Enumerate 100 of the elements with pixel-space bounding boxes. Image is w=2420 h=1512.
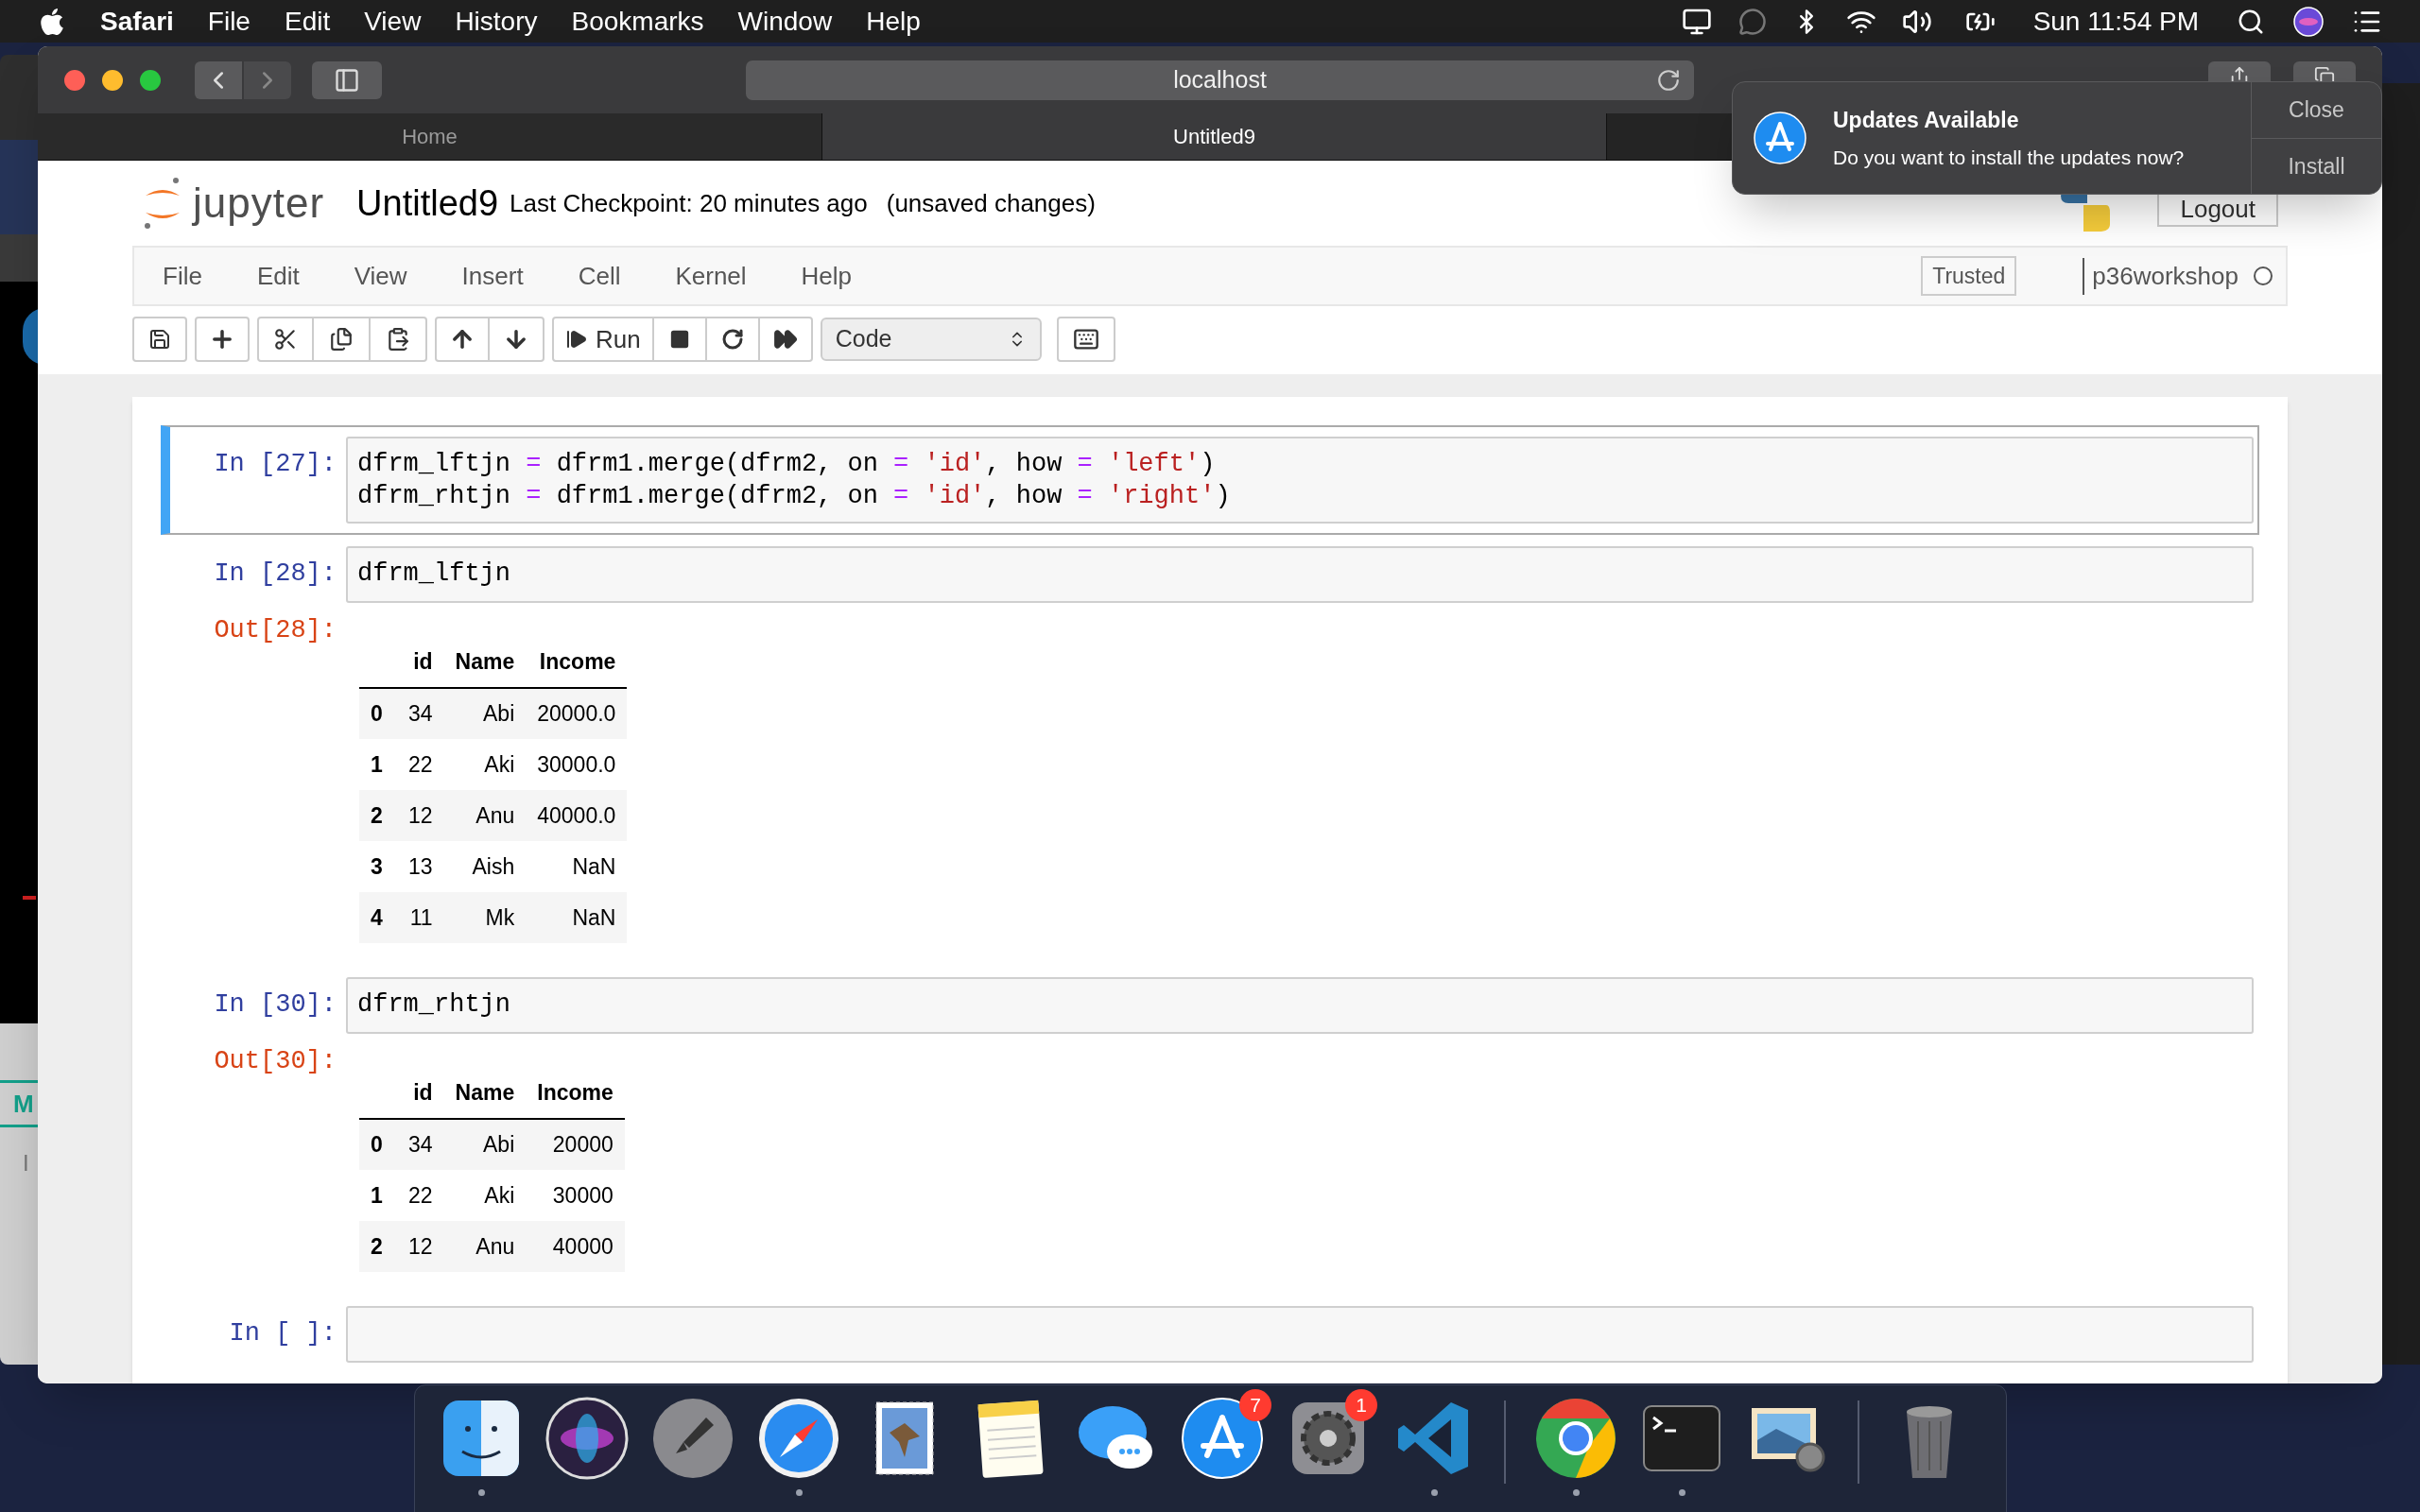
siri-icon[interactable] (544, 1395, 631, 1482)
input-prompt: In [ ]: (228, 1318, 337, 1349)
notification-badge: 1 (1345, 1389, 1377, 1421)
notebook-menu-item[interactable]: File (147, 257, 217, 295)
table-cell: Mk (443, 892, 527, 943)
app-store-icon[interactable] (1179, 1395, 1266, 1482)
column-header: Name (443, 637, 527, 688)
code-input[interactable]: dfrm_lftjn (346, 546, 2254, 603)
cell-type-select[interactable]: Code (820, 318, 1042, 361)
add-cell-button[interactable] (195, 317, 250, 362)
table-cell: 11 (397, 892, 444, 943)
code-cell[interactable]: In [28]: dfrm_lftjn Out[28]: id Name Income 0 34 Abi 20000.0 1 22 Aki 30000.0 2 12 Anu 40000.0 3 13 Aish NaN 4 11 Mk NaN (161, 535, 2259, 966)
menu-item[interactable]: Help (866, 1, 921, 42)
minimize-window-button[interactable] (102, 69, 123, 91)
restart-button[interactable] (706, 317, 760, 362)
row-index: 1 (359, 739, 397, 790)
menu-item[interactable]: History (455, 1, 538, 42)
input-prompt: In [30]: (213, 989, 337, 1021)
column-header: Income (526, 1068, 625, 1119)
table-cell: 40000 (526, 1221, 625, 1272)
table-cell: Aki (443, 1170, 527, 1221)
siri-icon[interactable] (2293, 6, 2324, 37)
copy-button[interactable] (314, 317, 371, 362)
row-index: 4 (359, 892, 397, 943)
code-line: dfrm_lftjn = dfrm1.merge(dfrm2, on = 'id', how = 'left') (357, 449, 1217, 480)
notification-title: Updates Available (1833, 107, 2020, 134)
notebook-menu-item[interactable]: Cell (562, 257, 636, 295)
save-status: (unsaved changes) (886, 187, 1096, 219)
code-input[interactable]: dfrm_rhtjn (346, 977, 2254, 1034)
row-index: 0 (359, 688, 397, 739)
apple-icon[interactable] (38, 6, 66, 37)
progress-mark (23, 896, 36, 900)
keyboard-button[interactable] (1056, 317, 1115, 362)
menu-item[interactable]: Window (737, 1, 833, 42)
kernel-name: p36workshop (2083, 257, 2238, 295)
address-bar[interactable]: localhost (746, 60, 1694, 100)
trusted-indicator[interactable]: Trusted (1921, 255, 2017, 297)
row-index: 2 (359, 1221, 397, 1272)
code-cell[interactable]: In [30]: dfrm_rhtjn Out[30]: id Name Income 0 34 Abi 20000 1 22 Aki 30000 2 12 Anu 40000 (161, 966, 2259, 1295)
reload-icon[interactable] (1656, 67, 1681, 93)
app-menu[interactable]: Safari (100, 1, 174, 42)
notebook-menu-item[interactable]: Edit (241, 257, 315, 295)
close-window-button[interactable] (64, 69, 85, 91)
table-cell: 34 (397, 1119, 444, 1170)
table-cell: NaN (526, 892, 628, 943)
table-cell: Abi (443, 688, 527, 739)
sidebar-button[interactable] (312, 60, 382, 99)
chat-status-icon[interactable] (1737, 7, 1767, 36)
menu-item[interactable]: Edit (284, 1, 331, 42)
notebook-menu-item[interactable]: Kernel (660, 257, 762, 295)
save-button[interactable] (132, 317, 187, 362)
menu-item[interactable]: File (207, 1, 251, 42)
sidebar-icon (334, 66, 360, 94)
code-input[interactable]: dfrm_lftjn = dfrm1.merge(dfrm2, on = 'id', how = 'left') dfrm_rhtjn = dfrm1.merge(dfrm2, on = 'id', how = 'right') (346, 437, 2254, 524)
move-down-button[interactable] (490, 317, 544, 362)
column-header: id (397, 637, 444, 688)
menu-item[interactable]: Bookmarks (571, 1, 704, 42)
jupyter-wordmark[interactable]: jupyter (193, 172, 325, 234)
table-cell: Aish (443, 841, 527, 892)
input-prompt: In [27]: (213, 449, 337, 480)
stop-button[interactable] (653, 317, 707, 362)
column-header: id (397, 1068, 444, 1119)
table-cell: 20000.0 (526, 688, 628, 739)
code-input[interactable] (346, 1306, 2254, 1363)
code-line: dfrm_lftjn (357, 558, 512, 590)
paste-icon (386, 327, 410, 352)
table-cell: Anu (443, 790, 527, 841)
stop-icon (668, 329, 690, 350)
notification-action[interactable]: Install (2252, 137, 2381, 194)
row-index: 2 (359, 790, 397, 841)
menu-item[interactable]: View (364, 1, 422, 42)
move-up-button[interactable] (435, 317, 490, 362)
code-cell[interactable]: In [27]: dfrm_lftjn = dfrm1.merge(dfrm2, on = 'id', how = 'left') dfrm_rhtjn = dfrm1.merge(dfrm2, on = 'id', how = 'right') (161, 425, 2259, 535)
browser-tab[interactable]: Home (38, 113, 822, 160)
code-line: dfrm_rhtjn (357, 989, 512, 1021)
background-text: I (22, 1149, 30, 1177)
run-all-button[interactable] (759, 317, 813, 362)
clock[interactable]: Sun 11:54 PM (2032, 1, 2199, 42)
paste-button[interactable] (371, 317, 427, 362)
notification-action[interactable]: Close (2252, 82, 2381, 138)
back-button[interactable] (195, 60, 242, 99)
notebook-title[interactable]: Untitled9 (356, 176, 499, 231)
column-header: Income (526, 637, 628, 688)
run-button[interactable]: Run (552, 317, 654, 362)
table-cell: 12 (397, 1221, 444, 1272)
code-cell[interactable]: In [ ]: (161, 1295, 2259, 1374)
row-index: 0 (359, 1119, 397, 1170)
cut-button[interactable] (257, 317, 314, 362)
table-cell: 13 (397, 841, 444, 892)
table-cell: Anu (443, 1221, 527, 1272)
table-cell: 22 (397, 739, 444, 790)
notebook-menu-item[interactable]: Insert (446, 257, 539, 295)
notebook-menu-item[interactable]: Help (786, 257, 868, 295)
notebook-menu-item[interactable]: View (338, 257, 423, 295)
restart-icon (720, 328, 744, 351)
table-cell: 40000.0 (526, 790, 628, 841)
output-prompt: Out[28]: (214, 615, 337, 646)
app-store-icon (1754, 112, 1806, 164)
browser-tab[interactable]: Untitled9 (822, 113, 1607, 160)
zoom-window-button[interactable] (140, 69, 161, 91)
